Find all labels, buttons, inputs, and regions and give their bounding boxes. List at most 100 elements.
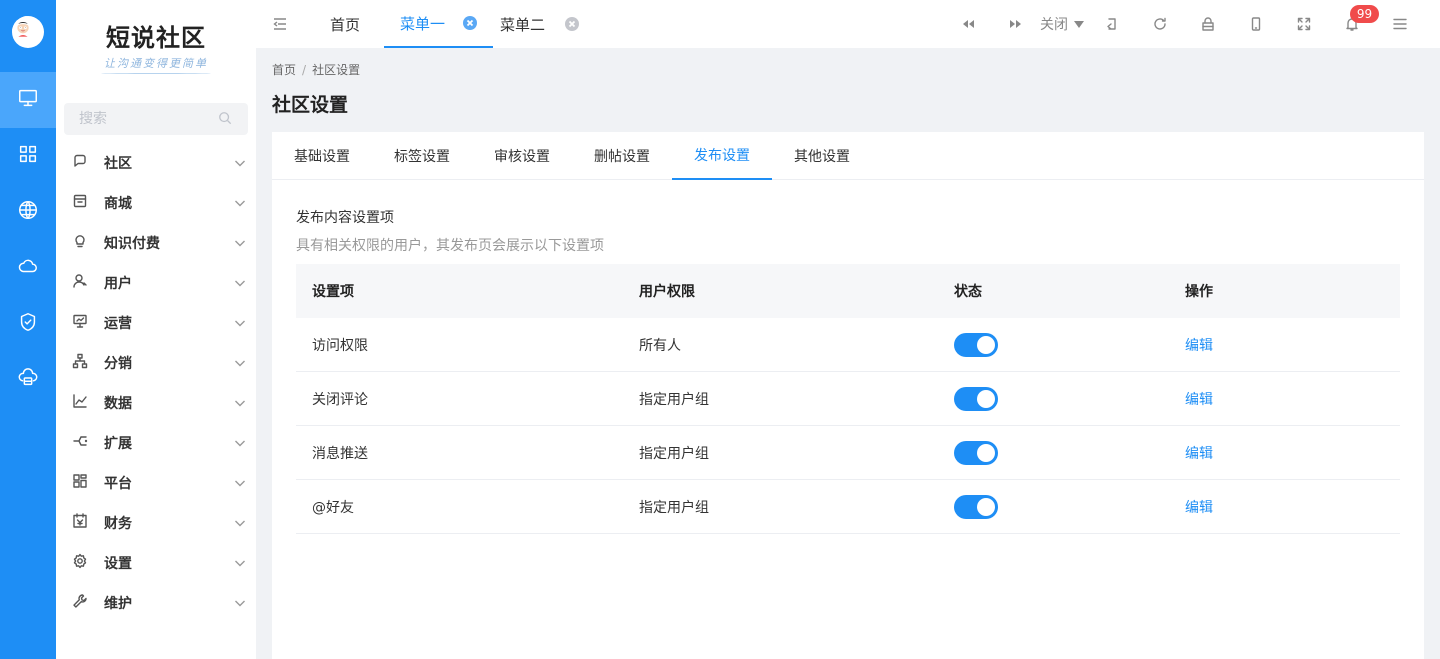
edit-link[interactable]: 编辑 [1185, 335, 1213, 355]
tab-menu-two[interactable]: 菜单二 [500, 0, 580, 48]
store-icon [72, 193, 88, 213]
setting-item-name: 关闭评论 [312, 391, 368, 408]
sidebar-item-users[interactable]: 用户 [56, 263, 256, 303]
refresh-icon[interactable] [1150, 14, 1170, 34]
section-title: 发布内容设置项 [296, 210, 394, 226]
setting-item-name: 消息推送 [312, 445, 368, 462]
scroll-left-icon[interactable] [958, 14, 978, 34]
notification-badge: 99 [1350, 5, 1379, 23]
edit-link[interactable]: 编辑 [1185, 443, 1213, 463]
tab-label: 菜单二 [500, 15, 546, 34]
sidebar-item-label: 运营 [104, 316, 132, 332]
gear-icon [72, 553, 88, 573]
sidebar-item-settings[interactable]: 设置 [56, 543, 256, 583]
breadcrumb-current: 社区设置 [312, 63, 361, 77]
collapse-menu-icon[interactable] [272, 16, 288, 36]
rail-cloud-server[interactable] [0, 352, 56, 408]
close-icon[interactable] [463, 16, 478, 30]
tab-publish-settings[interactable]: 发布设置 [672, 132, 772, 180]
edit-link[interactable]: 编辑 [1185, 389, 1213, 409]
tab-basic-settings[interactable]: 基础设置 [272, 132, 372, 180]
status-toggle[interactable] [954, 495, 998, 519]
close-tabs-dropdown[interactable]: 关闭 [1040, 14, 1084, 34]
tab-review-settings[interactable]: 审核设置 [472, 132, 572, 180]
wrench-icon [72, 593, 88, 613]
settings-table: 设置项 用户权限 状态 操作 访问权限 所有人 编辑 关闭评论 指定用户组 编辑… [296, 264, 1400, 534]
rail-shield[interactable] [0, 296, 56, 352]
sidebar-item-data[interactable]: 数据 [56, 383, 256, 423]
sidebar-item-operations[interactable]: 运营 [56, 303, 256, 343]
tab-label: 菜单一 [400, 14, 446, 33]
presentation-icon [72, 313, 88, 333]
tab-menu-one[interactable]: 菜单一 [384, 0, 494, 48]
sidebar-item-store[interactable]: 商城 [56, 183, 256, 223]
status-toggle[interactable] [954, 441, 998, 465]
chevron-down-icon [234, 597, 246, 613]
sidebar-item-finance[interactable]: 财务 [56, 503, 256, 543]
tab-other-settings[interactable]: 其他设置 [772, 132, 872, 180]
return-icon[interactable] [1102, 14, 1122, 34]
tab-label: 标签设置 [394, 149, 450, 165]
rail-globe[interactable] [0, 184, 56, 240]
setting-permission: 指定用户组 [639, 499, 709, 516]
sidebar-item-knowledge[interactable]: 知识付费 [56, 223, 256, 263]
column-header-status: 状态 [954, 284, 982, 300]
chevron-down-icon [234, 277, 246, 293]
sidebar-item-label: 用户 [104, 276, 132, 292]
cloud-server-icon [17, 367, 39, 393]
rail-monitor[interactable] [0, 72, 56, 128]
rail-grid[interactable] [0, 128, 56, 184]
chevron-down-icon [234, 397, 246, 413]
column-header-item: 设置项 [312, 284, 354, 300]
logo-underline [101, 73, 211, 74]
sidebar-item-label: 商城 [104, 196, 132, 212]
setting-permission: 指定用户组 [639, 445, 709, 462]
sidebar-item-label: 维护 [104, 596, 132, 612]
sidebar-item-maintenance[interactable]: 维护 [56, 583, 256, 623]
logo[interactable]: 短说社区 让沟通变得更简单 [56, 18, 256, 74]
breadcrumb-separator: / [302, 63, 307, 77]
chevron-down-icon [234, 197, 246, 213]
page-title: 社区设置 [272, 94, 349, 116]
tab-label: 发布设置 [694, 148, 750, 164]
toggle-knob [977, 498, 995, 516]
rail-cloud[interactable] [0, 240, 56, 296]
breadcrumb: 首页 / 社区设置 [272, 61, 360, 78]
mobile-icon[interactable] [1246, 14, 1266, 34]
column-header-action: 操作 [1185, 284, 1213, 300]
search-icon[interactable] [218, 111, 234, 127]
lock-screen-icon[interactable] [1198, 14, 1218, 34]
table-row: @好友 指定用户组 编辑 [296, 480, 1400, 534]
sidebar-item-label: 分销 [104, 356, 132, 372]
sidebar-item-community[interactable]: 社区 [56, 143, 256, 183]
menu-icon[interactable] [1390, 14, 1410, 34]
cloud-icon [17, 255, 39, 281]
logo-slogan: 让沟通变得更简单 [104, 57, 208, 70]
scroll-right-icon[interactable] [1006, 14, 1026, 34]
platform-icon [72, 473, 88, 493]
tab-tag-settings[interactable]: 标签设置 [372, 132, 472, 180]
setting-item-name: 访问权限 [312, 337, 368, 354]
toggle-knob [977, 390, 995, 408]
sidebar-item-distribution[interactable]: 分销 [56, 343, 256, 383]
breadcrumb-home[interactable]: 首页 [272, 63, 296, 77]
sidebar-item-extensions[interactable]: 扩展 [56, 423, 256, 463]
setting-item-name: @好友 [312, 499, 354, 516]
sidebar-item-label: 数据 [104, 396, 132, 412]
chat-bubble-icon [72, 153, 88, 173]
close-tabs-label: 关闭 [1040, 17, 1068, 33]
extension-icon [72, 433, 88, 453]
sidebar-item-platform[interactable]: 平台 [56, 463, 256, 503]
shield-check-icon [17, 311, 39, 337]
column-header-permission: 用户权限 [639, 284, 695, 300]
close-icon[interactable] [565, 17, 580, 31]
chevron-down-icon [234, 317, 246, 333]
fullscreen-icon[interactable] [1294, 14, 1314, 34]
avatar[interactable] [12, 16, 44, 48]
tab-label: 其他设置 [794, 149, 850, 165]
tab-delete-settings[interactable]: 删帖设置 [572, 132, 672, 180]
edit-link[interactable]: 编辑 [1185, 497, 1213, 517]
status-toggle[interactable] [954, 387, 998, 411]
tab-home[interactable]: 首页 [330, 0, 360, 48]
status-toggle[interactable] [954, 333, 998, 357]
